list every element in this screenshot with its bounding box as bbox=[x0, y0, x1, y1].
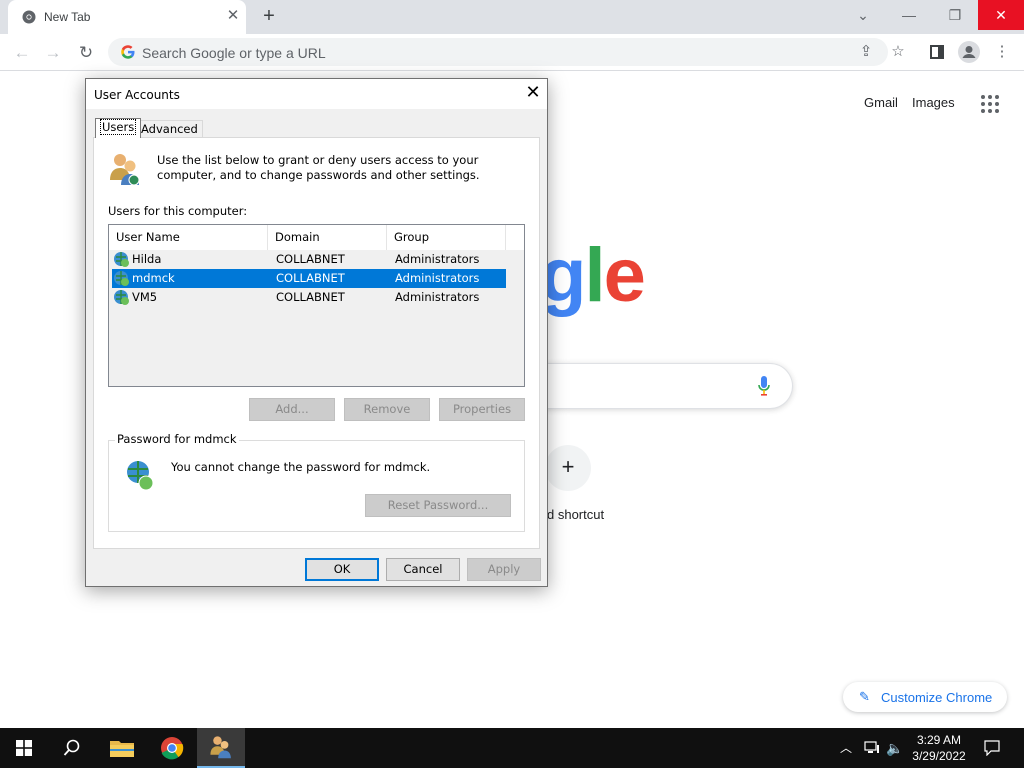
reload-button[interactable]: ↻ bbox=[73, 40, 99, 66]
chrome-icon bbox=[22, 10, 36, 24]
tab-advanced[interactable]: Advanced bbox=[136, 120, 203, 137]
user-globe-icon bbox=[114, 290, 129, 305]
password-groupbox: Password for mdmck You cannot change the… bbox=[108, 432, 525, 532]
gmail-link[interactable]: Gmail bbox=[864, 95, 898, 110]
chrome-taskbar-button[interactable] bbox=[148, 728, 196, 768]
tab-search-chevron-icon[interactable]: ⌄ bbox=[840, 0, 886, 30]
remove-user-button[interactable]: Remove bbox=[344, 398, 430, 421]
tab-users[interactable]: Users bbox=[95, 118, 142, 138]
users-listview[interactable]: User Name Domain Group Hilda COLLABNET A… bbox=[108, 224, 525, 387]
cell-group: Administrators bbox=[395, 290, 480, 304]
cell-user-name: Hilda bbox=[132, 252, 162, 266]
side-panel-icon[interactable] bbox=[925, 40, 949, 64]
apply-button[interactable]: Apply bbox=[467, 558, 541, 581]
cell-user-name: mdmck bbox=[132, 271, 175, 285]
add-shortcut-label: d shortcut bbox=[547, 507, 605, 522]
users-list-label: Users for this computer: bbox=[108, 204, 248, 218]
forward-button[interactable]: → bbox=[40, 40, 66, 66]
folder-icon bbox=[110, 741, 134, 757]
dialog-titlebar[interactable]: User Accounts ✕ bbox=[86, 79, 547, 109]
tab-strip: New Tab ✕ + ⌄ — ❐ ✕ bbox=[0, 0, 1024, 34]
windows-logo-icon bbox=[16, 740, 32, 756]
cell-domain: COLLABNET bbox=[276, 252, 345, 266]
table-row-selected[interactable]: mdmck COLLABNET Administrators bbox=[112, 269, 506, 288]
google-apps-icon[interactable] bbox=[981, 95, 999, 113]
address-bar[interactable]: Search Google or type a URL bbox=[108, 38, 888, 66]
cell-domain: COLLABNET bbox=[276, 271, 345, 285]
voice-search-icon[interactable] bbox=[758, 376, 770, 396]
windows-taskbar: ︿ 🔈 3:29 AM 3/29/2022 bbox=[0, 728, 1024, 768]
profile-avatar-icon[interactable] bbox=[957, 40, 981, 64]
window-close-button[interactable]: ✕ bbox=[978, 0, 1024, 30]
column-header-group[interactable]: Group bbox=[387, 225, 506, 250]
show-hidden-icons-chevron-icon[interactable]: ︿ bbox=[836, 728, 856, 768]
dialog-title: User Accounts bbox=[94, 88, 180, 102]
new-tab-button[interactable]: + bbox=[258, 6, 280, 28]
reset-password-button[interactable]: Reset Password... bbox=[365, 494, 511, 517]
users-icon bbox=[210, 736, 231, 759]
menu-dots-icon[interactable]: ⋮ bbox=[990, 40, 1014, 64]
password-group-title: Password for mdmck bbox=[115, 432, 239, 446]
pencil-icon: ✎ bbox=[859, 689, 870, 704]
users-icon bbox=[110, 154, 140, 186]
ok-button[interactable]: OK bbox=[305, 558, 379, 581]
volume-icon[interactable]: 🔈 bbox=[884, 728, 906, 768]
listview-header: User Name Domain Group bbox=[109, 225, 524, 250]
back-button[interactable]: ← bbox=[9, 40, 35, 66]
minimize-button[interactable]: — bbox=[886, 0, 932, 30]
clock-time: 3:29 AM bbox=[916, 733, 962, 747]
images-link[interactable]: Images bbox=[912, 95, 955, 110]
cell-group: Administrators bbox=[395, 252, 480, 266]
column-header-domain[interactable]: Domain bbox=[268, 225, 387, 250]
search-button[interactable] bbox=[48, 728, 96, 768]
tab-title: New Tab bbox=[44, 10, 91, 24]
start-button[interactable] bbox=[0, 728, 48, 768]
chrome-icon bbox=[161, 737, 184, 760]
intro-text: Use the list below to grant or deny user… bbox=[157, 153, 480, 182]
customize-chrome-button[interactable]: ✎ Customize Chrome bbox=[843, 682, 1007, 712]
restore-button[interactable]: ❐ bbox=[932, 0, 978, 30]
user-accounts-taskbar-button[interactable] bbox=[197, 728, 245, 768]
tab-new-tab[interactable]: New Tab ✕ bbox=[8, 0, 246, 34]
taskbar-clock[interactable]: 3:29 AM 3/29/2022 bbox=[904, 732, 974, 764]
properties-button[interactable]: Properties bbox=[439, 398, 525, 421]
cell-user-name: VM5 bbox=[132, 290, 158, 304]
notifications-icon[interactable] bbox=[978, 728, 1006, 768]
clock-date: 3/29/2022 bbox=[912, 749, 966, 763]
cell-domain: COLLABNET bbox=[276, 290, 345, 304]
search-icon bbox=[63, 739, 80, 756]
table-row[interactable]: Hilda COLLABNET Administrators bbox=[112, 250, 506, 269]
table-row[interactable]: VM5 COLLABNET Administrators bbox=[112, 288, 506, 307]
network-icon[interactable] bbox=[860, 728, 884, 768]
add-user-button[interactable]: Add... bbox=[249, 398, 335, 421]
browser-toolbar: ← → ↻ Search Google or type a URL ⇪ ☆ ⋮ bbox=[0, 34, 1024, 71]
share-icon[interactable]: ⇪ bbox=[854, 40, 878, 64]
users-tab-panel: Use the list below to grant or deny user… bbox=[93, 137, 540, 549]
user-globe-icon bbox=[114, 271, 129, 286]
bookmark-star-icon[interactable]: ☆ bbox=[886, 40, 910, 64]
add-shortcut-button[interactable]: + bbox=[545, 445, 591, 491]
cancel-button[interactable]: Cancel bbox=[386, 558, 460, 581]
column-header-user-name[interactable]: User Name bbox=[109, 225, 268, 250]
google-logo: gle bbox=[540, 233, 646, 318]
user-accounts-dialog: User Accounts ✕ Users Advanced Use the l… bbox=[85, 78, 548, 587]
customize-chrome-label: Customize Chrome bbox=[881, 690, 993, 705]
tab-close-icon[interactable]: ✕ bbox=[224, 7, 242, 25]
cell-group: Administrators bbox=[395, 271, 480, 285]
omnibox-placeholder: Search Google or type a URL bbox=[142, 45, 326, 61]
password-message: You cannot change the password for mdmck… bbox=[171, 460, 431, 474]
dialog-close-icon[interactable]: ✕ bbox=[522, 83, 544, 105]
user-globe-icon bbox=[127, 461, 154, 491]
user-globe-icon bbox=[114, 252, 129, 267]
file-explorer-button[interactable] bbox=[98, 728, 146, 768]
google-g-icon bbox=[121, 45, 135, 59]
